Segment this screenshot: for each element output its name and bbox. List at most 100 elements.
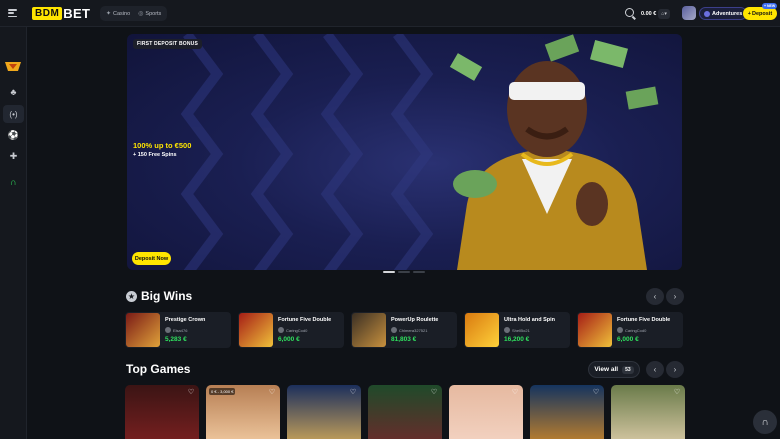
- game-card[interactable]: ♡: [287, 385, 361, 439]
- big-win-user: Shell5o21: [504, 327, 530, 333]
- support-chat-button[interactable]: ∩: [753, 410, 777, 434]
- big-win-game: Prestige Crown: [165, 317, 206, 323]
- game-card[interactable]: ♡: [449, 385, 523, 439]
- bet-limit-badge: 0 € - 3,000 €: [209, 388, 236, 395]
- headset-icon: ∩: [761, 416, 769, 428]
- search-icon[interactable]: [625, 8, 634, 17]
- big-win-game: Ultra Hold and Spin: [504, 317, 556, 323]
- star-icon: ★: [126, 290, 137, 302]
- headset-icon: ∩: [10, 177, 17, 187]
- big-wins-title: Big Wins: [141, 289, 193, 303]
- game-card[interactable]: ♡: [368, 385, 442, 439]
- deposit-label: Deposit: [752, 10, 773, 17]
- game-thumbnail: [465, 313, 499, 347]
- chevron-right-icon: ›: [673, 365, 677, 374]
- currency-select-icon[interactable]: ⌂▾: [658, 8, 670, 19]
- big-win-user-name: CaringCod0: [286, 327, 308, 333]
- big-win-amount: 6,000 €: [617, 336, 639, 343]
- logo[interactable]: BDM BET: [32, 6, 90, 21]
- view-all-label: View all: [594, 366, 619, 373]
- big-win-user-name: Elsa476: [173, 327, 188, 333]
- live-icon: (•): [9, 109, 18, 119]
- sidebar-item-esports[interactable]: ✚: [3, 147, 24, 165]
- sidebar-item-sports[interactable]: ⚽: [3, 126, 24, 144]
- big-win-amount: 5,283 €: [165, 336, 187, 343]
- carousel-dot[interactable]: [398, 271, 410, 273]
- favorite-heart-icon[interactable]: ♡: [349, 389, 357, 397]
- sidebar-item-support[interactable]: ∩: [3, 173, 24, 191]
- favorite-heart-icon[interactable]: ♡: [187, 389, 195, 397]
- big-win-user: Elsa476: [165, 327, 187, 333]
- user-avatar-icon: [504, 327, 510, 333]
- big-win-user-name: CaringCod0: [625, 327, 647, 333]
- vip-crown-icon[interactable]: [4, 60, 22, 72]
- balance-display[interactable]: 0.00 € ⌂▾: [641, 7, 670, 20]
- big-win-amount: 6,000 €: [278, 336, 300, 343]
- big-win-game: Fortune Five Double: [617, 317, 671, 323]
- chevron-left-icon: ‹: [653, 292, 657, 301]
- hero-character: [449, 34, 659, 270]
- favorite-heart-icon[interactable]: ♡: [592, 389, 600, 397]
- user-avatar-icon: [617, 327, 623, 333]
- favorite-heart-icon[interactable]: ♡: [268, 389, 276, 397]
- mode-casino-label: Casino: [113, 10, 131, 17]
- game-card[interactable]: ♡: [530, 385, 604, 439]
- big-wins-prev-button[interactable]: ‹: [646, 288, 664, 305]
- big-wins-heading: ★ Big Wins: [126, 289, 192, 303]
- hero-tag: FIRST DEPOSIT BONUS: [133, 39, 203, 49]
- big-win-user: Chimera327521: [391, 327, 427, 333]
- plus-icon: +: [747, 10, 752, 17]
- game-card[interactable]: ♡: [611, 385, 685, 439]
- new-badge: + NEW: [762, 3, 778, 9]
- big-wins-list: Prestige Crown Elsa476 5,283 € Fortune F…: [125, 312, 685, 348]
- favorite-heart-icon[interactable]: ♡: [511, 389, 519, 397]
- adventures-icon: [704, 10, 710, 17]
- hero-title: 100% up to €500: [133, 141, 192, 150]
- top-games-title: Top Games: [126, 362, 191, 376]
- big-wins-next-button[interactable]: ›: [666, 288, 684, 305]
- carousel-dot[interactable]: [383, 271, 395, 273]
- sidebar: ♣ (•) ⚽ ✚ ∩: [0, 27, 27, 439]
- chevron-right-icon: ›: [673, 292, 677, 301]
- adventures-button[interactable]: Adventures: [699, 7, 748, 20]
- top-bar: BDM BET ✦ Casino ◎ Sports 0.00 € ⌂▾ Adve…: [0, 0, 780, 27]
- big-win-card[interactable]: Fortune Five Double CaringCod0 6,000 €: [577, 312, 683, 348]
- big-win-card[interactable]: Ultra Hold and Spin Shell5o21 16,200 €: [464, 312, 570, 348]
- hero-subtitle: + 150 Free Spins: [133, 152, 177, 158]
- big-win-card[interactable]: Prestige Crown Elsa476 5,283 €: [125, 312, 231, 348]
- top-games-prev-button[interactable]: ‹: [646, 361, 664, 378]
- hero-banner[interactable]: FIRST DEPOSIT BONUS 100% up to €500 + 15…: [127, 34, 682, 270]
- game-thumbnail: [239, 313, 273, 347]
- big-win-user-name: Shell5o21: [512, 327, 530, 333]
- avatar[interactable]: [682, 6, 696, 20]
- sidebar-item-live[interactable]: (•): [3, 105, 24, 123]
- game-thumbnail: [578, 313, 612, 347]
- games-count-badge: 53: [622, 365, 634, 374]
- game-card[interactable]: ♡: [125, 385, 199, 439]
- big-win-game: Fortune Five Double: [278, 317, 332, 323]
- top-games-heading: Top Games: [126, 362, 190, 376]
- hero-background: [180, 34, 659, 270]
- mode-casino[interactable]: ✦ Casino: [103, 8, 133, 19]
- top-games-next-button[interactable]: ›: [666, 361, 684, 378]
- mode-switcher: ✦ Casino ◎ Sports: [100, 6, 168, 21]
- menu-icon[interactable]: [8, 9, 17, 17]
- mode-sports[interactable]: ◎ Sports: [135, 8, 164, 19]
- game-card[interactable]: 0 € - 3,000 € ♡: [206, 385, 280, 439]
- hero-deposit-button[interactable]: Deposit Now: [132, 252, 171, 265]
- favorite-heart-icon[interactable]: ♡: [430, 389, 438, 397]
- chevron-left-icon: ‹: [653, 365, 657, 374]
- dice-icon: ✦: [106, 11, 112, 17]
- game-thumbnail: [352, 313, 386, 347]
- carousel-dots: [383, 271, 425, 273]
- carousel-dot[interactable]: [413, 271, 425, 273]
- big-win-card[interactable]: Fortune Five Double CaringCod0 6,000 €: [238, 312, 344, 348]
- user-avatar-icon: [165, 327, 171, 333]
- big-win-card[interactable]: PowerUp Roulette Chimera327521 81,803 €: [351, 312, 457, 348]
- sidebar-item-slots[interactable]: ♣: [3, 83, 24, 101]
- big-win-user-name: Chimera327521: [399, 327, 428, 333]
- user-avatar-icon: [391, 327, 397, 333]
- view-all-button[interactable]: View all 53: [588, 361, 640, 378]
- big-win-user: CaringCod0: [617, 327, 646, 333]
- favorite-heart-icon[interactable]: ♡: [673, 389, 681, 397]
